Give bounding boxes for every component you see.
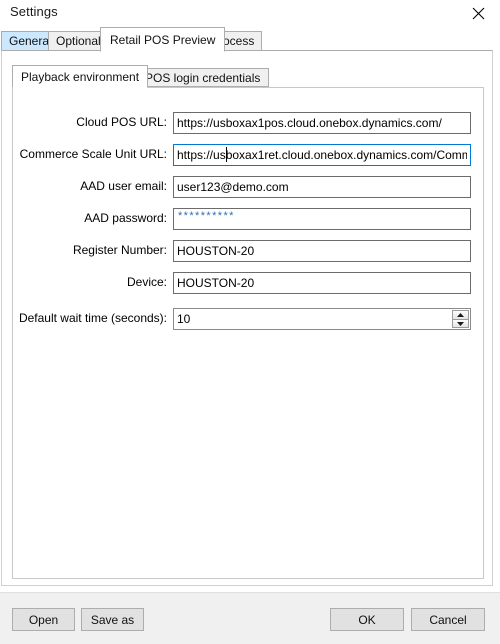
text-caret [226,147,227,162]
field-wrap-aad-password: ********** [173,208,471,230]
field-wrap-cloud-pos-url [173,112,471,134]
save-as-button[interactable]: Save as [81,608,144,631]
aad-user-email-input[interactable] [173,176,471,198]
label-aad-user-email: AAD user email: [80,179,167,193]
form-row-device: Device: [12,272,484,294]
device-input[interactable] [173,272,471,294]
field-wrap-register-number [173,240,471,262]
cancel-button[interactable]: Cancel [411,608,485,631]
chevron-down-icon [457,321,464,326]
label-device: Device: [126,275,167,289]
field-wrap-commerce-scale-unit-url [173,144,471,166]
window-titlebar: Settings [0,0,500,26]
form-row-register-number: Register Number: [12,240,484,262]
label-commerce-scale-unit-url: Commerce Scale Unit URL: [19,147,167,161]
default-wait-time-input[interactable] [173,308,471,330]
aad-password-input[interactable]: ********** [173,208,471,230]
field-wrap-device [173,272,471,294]
commerce-scale-unit-url-input[interactable] [173,144,471,166]
inner-tab-strip: Playback environment POS login credentia… [12,65,484,88]
cloud-pos-url-input[interactable] [173,112,471,134]
form-row-commerce-scale-unit-url: Commerce Scale Unit URL: [12,144,484,166]
close-button[interactable] [456,0,500,26]
tab-pos-login-credentials[interactable]: POS login credentials [136,68,270,87]
settings-form: Cloud POS URL: Commerce Scale Unit URL: … [12,87,484,579]
stepper-up-button[interactable] [452,310,469,319]
aad-password-masked-value: ********** [178,209,235,222]
tab-retail-pos-preview[interactable]: Retail POS Preview [100,27,226,52]
window-title: Settings [10,4,58,19]
label-cloud-pos-url: Cloud POS URL: [76,115,167,129]
label-aad-password: AAD password: [84,211,167,225]
label-default-wait-time: Default wait time (seconds): [18,311,167,325]
stepper-down-button[interactable] [452,319,469,328]
form-row-aad-user-email: AAD user email: [12,176,484,198]
default-wait-time-stepper [452,310,469,328]
field-wrap-default-wait-time [173,308,471,330]
close-icon [472,7,485,20]
form-row-cloud-pos-url: Cloud POS URL: [12,112,484,134]
form-row-aad-password: AAD password: ********** [12,208,484,230]
open-button[interactable]: Open [12,608,75,631]
outer-tab-strip: General Optional Retail POS Preview Proc… [0,27,500,52]
chevron-up-icon [457,313,464,317]
form-row-default-wait-time: Default wait time (seconds): [12,308,484,330]
register-number-input[interactable] [173,240,471,262]
tab-playback-environment[interactable]: Playback environment [12,65,149,88]
field-wrap-aad-user-email [173,176,471,198]
ok-button[interactable]: OK [330,608,404,631]
label-register-number: Register Number: [72,243,167,257]
